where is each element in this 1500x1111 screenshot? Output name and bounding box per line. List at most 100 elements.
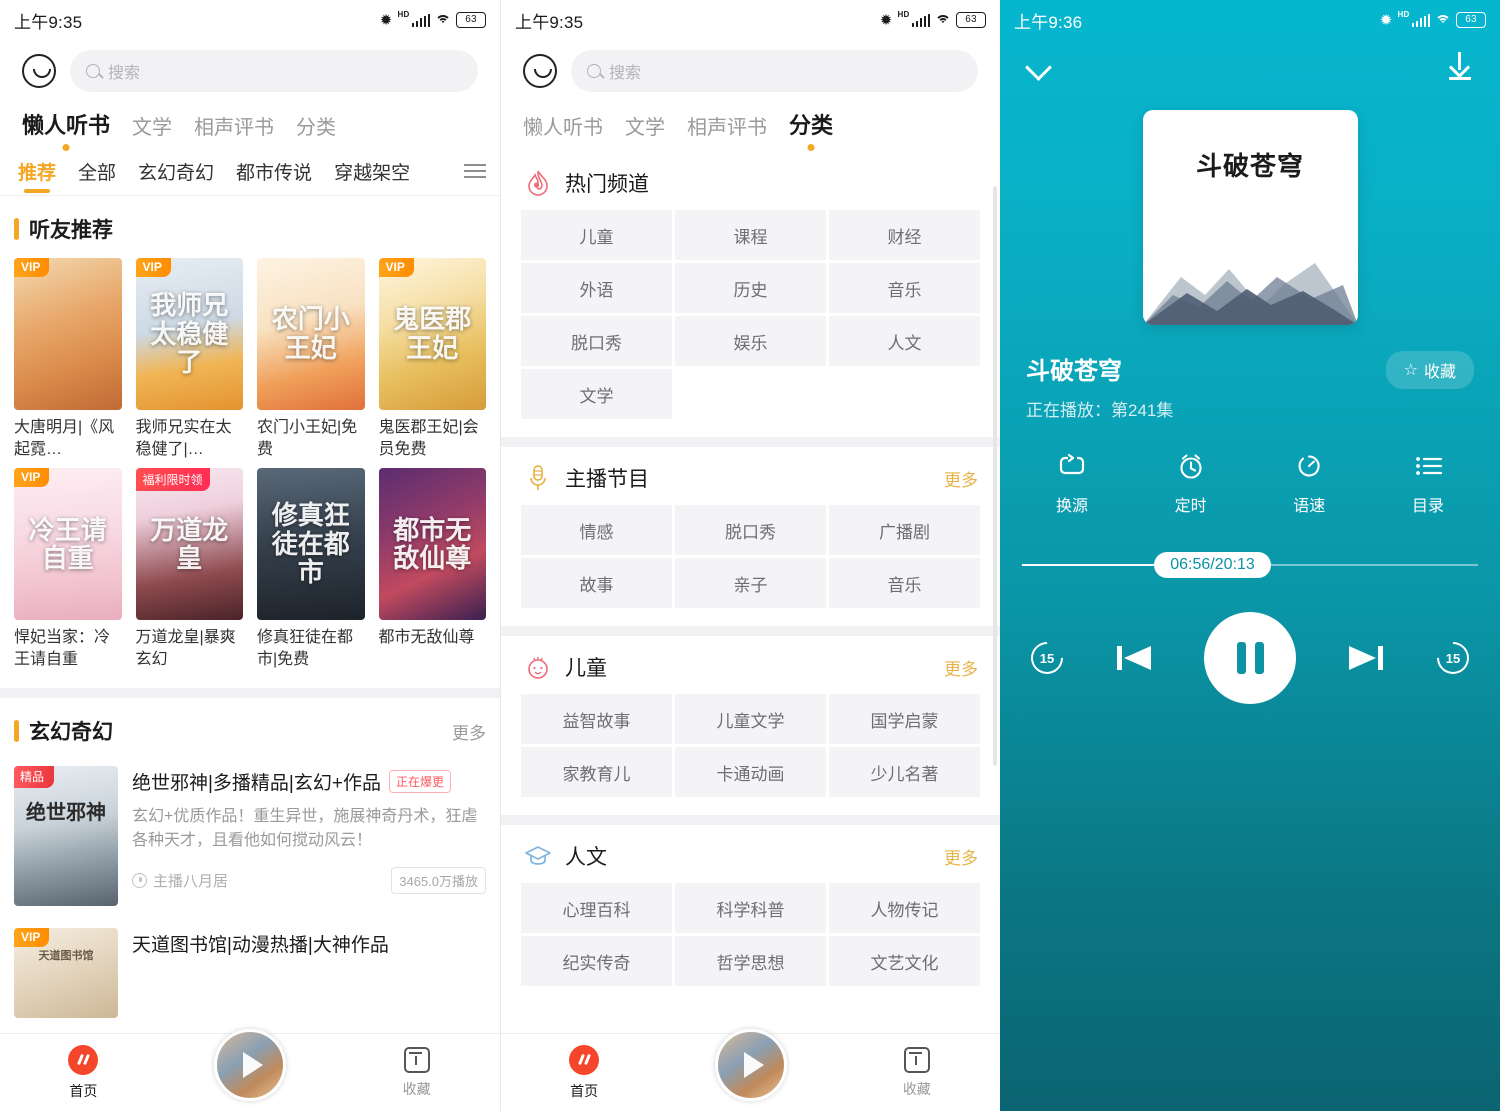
previous-track-icon [1117, 646, 1151, 670]
screen-player: 上午9:36 ✹ HD 63 斗破苍穹 斗破苍穹 正在播放：第241集 ☆ 收藏… [1000, 0, 1500, 1111]
chip[interactable]: 娱乐 [675, 316, 826, 366]
chip[interactable]: 人文 [829, 316, 980, 366]
nav-home[interactable]: 首页 [0, 1044, 167, 1101]
page-title: 斗破苍穹 [1026, 358, 1122, 385]
favorite-button[interactable]: ☆ 收藏 [1385, 351, 1474, 389]
tab-category[interactable]: 分类 [789, 108, 833, 152]
forward-15-button[interactable]: 15 [1430, 635, 1476, 681]
search-icon [86, 64, 100, 78]
chip[interactable]: 卡通动画 [675, 747, 826, 797]
chip[interactable]: 人物传记 [829, 883, 980, 933]
chip[interactable]: 纪实传奇 [521, 936, 672, 986]
nav-favorites[interactable]: 收藏 [834, 1046, 1000, 1099]
chip[interactable]: 少儿名著 [829, 747, 980, 797]
subtab-all[interactable]: 全部 [78, 158, 116, 195]
search-input[interactable]: 搜索 [70, 50, 478, 92]
profile-smiley-icon[interactable] [523, 54, 557, 88]
list-item-title: 绝世邪神|多播精品|玄幻+作品 [132, 773, 381, 795]
nav-home[interactable]: 首页 [501, 1044, 667, 1101]
tool-timer[interactable]: 定时 [1153, 451, 1229, 516]
chip[interactable]: 科学科普 [675, 883, 826, 933]
chip[interactable]: 故事 [521, 558, 672, 608]
more-tabs-icon[interactable] [458, 163, 486, 190]
subtab-recommend[interactable]: 推荐 [18, 158, 56, 195]
book-card[interactable]: VIP 冷王请自重 悍妃当家：冷王请自重 [14, 468, 122, 670]
bluetooth-icon: ✹ [379, 11, 393, 29]
book-card[interactable]: 农门小王妃 农门小王妃|免费 [257, 258, 365, 460]
vip-badge: VIP [14, 928, 50, 948]
book-card[interactable]: 福利限时领 万道龙皇 万道龙皇|暴爽玄幻 [135, 468, 243, 670]
book-card[interactable]: VIP 鬼医郡王妃 鬼医郡王妃|会员免费 [378, 258, 486, 460]
chip[interactable]: 文艺文化 [829, 936, 980, 986]
chip[interactable]: 课程 [675, 210, 826, 260]
status-time: 上午9:36 [1014, 12, 1083, 32]
anchor-name: 主播八月居 [153, 873, 229, 891]
chip[interactable]: 儿童 [521, 210, 672, 260]
book-card[interactable]: 修真狂徒在都市 修真狂徒在都市|免费 [257, 468, 365, 670]
previous-track-button[interactable] [1111, 638, 1159, 678]
nav-label: 首页 [69, 1082, 98, 1099]
play-pause-button[interactable] [1204, 612, 1296, 704]
book-cover: 农门小王妃 [257, 258, 365, 410]
chip[interactable]: 国学启蒙 [829, 694, 980, 744]
tool-change-source[interactable]: 换源 [1034, 451, 1110, 516]
progress-slider[interactable]: 06:56/20:13 [1022, 550, 1478, 580]
subtab-urban-legend[interactable]: 都市传说 [236, 158, 312, 195]
category-more-link[interactable]: 更多 [944, 466, 978, 491]
chip[interactable]: 财经 [829, 210, 980, 260]
player-top-bar [1000, 40, 1500, 80]
chip[interactable]: 家教育儿 [521, 747, 672, 797]
subtab-time-travel[interactable]: 穿越架空 [334, 158, 409, 195]
chip[interactable]: 情感 [521, 505, 672, 555]
chip[interactable]: 音乐 [829, 558, 980, 608]
list-item[interactable]: VIP 天道图书馆 天道图书馆|动漫热播|大神作品 [0, 922, 500, 1019]
tab-literature[interactable]: 文学 [132, 111, 172, 152]
tab-lazy-listen[interactable]: 懒人听书 [22, 108, 110, 152]
list-item-title-row: 天道图书馆|动漫热播|大神作品 [132, 930, 486, 957]
chip[interactable]: 心理百科 [521, 883, 672, 933]
nav-label: 收藏 [402, 1080, 431, 1097]
chevron-down-icon[interactable] [1026, 53, 1052, 79]
chip[interactable]: 历史 [675, 263, 826, 313]
section-more-link[interactable]: 更多 [452, 719, 486, 744]
chip[interactable]: 广播剧 [829, 505, 980, 555]
search-input[interactable]: 搜索 [571, 50, 978, 92]
microphone-icon [523, 463, 553, 493]
tool-catalog[interactable]: 目录 [1390, 451, 1466, 516]
mini-player-play-button[interactable] [714, 1029, 787, 1101]
rewind-15-button[interactable]: 15 [1024, 635, 1070, 681]
chip[interactable]: 儿童文学 [675, 694, 826, 744]
profile-smiley-icon[interactable] [22, 54, 56, 88]
hd-icon: HD [1397, 9, 1410, 19]
book-card[interactable]: 都市无敌仙尊 都市无敌仙尊 [378, 468, 486, 670]
chip[interactable]: 哲学思想 [675, 936, 826, 986]
chip[interactable]: 脱口秀 [675, 505, 826, 555]
subtab-fantasy[interactable]: 玄幻奇幻 [138, 158, 214, 195]
chip[interactable]: 文学 [521, 369, 672, 419]
tab-crosstalk[interactable]: 相声评书 [687, 111, 767, 152]
tool-speed[interactable]: 语速 [1271, 451, 1347, 516]
chip[interactable]: 音乐 [829, 263, 980, 313]
chip[interactable]: 外语 [521, 263, 672, 313]
category-more-link[interactable]: 更多 [944, 844, 978, 869]
tab-literature[interactable]: 文学 [625, 111, 665, 152]
chip[interactable]: 脱口秀 [521, 316, 672, 366]
chip[interactable]: 亲子 [675, 558, 826, 608]
next-track-button[interactable] [1341, 638, 1389, 678]
book-card[interactable]: VIP 大唐明月|《风起霓… [14, 258, 122, 460]
download-icon[interactable] [1446, 52, 1474, 80]
tab-category[interactable]: 分类 [296, 111, 336, 152]
screen-category: 上午9:35 ✹ HD 63 搜索 懒人听书 文学 相声评书 分类 热门频道 儿… [500, 0, 1000, 1111]
book-card[interactable]: VIP 我师兄太稳健了 我师兄实在太稳健了|… [135, 258, 243, 460]
next-track-icon [1349, 646, 1383, 670]
category-header-hot-channel: 热门频道 [501, 152, 1000, 210]
tab-lazy-listen[interactable]: 懒人听书 [523, 111, 603, 152]
section-header-fantasy: 玄幻奇幻 更多 [0, 698, 500, 760]
list-item[interactable]: 精品 绝世邪神 绝世邪神|多播精品|玄幻+作品 正在爆更 玄幻+优质作品！重生异… [0, 760, 500, 922]
category-more-link[interactable]: 更多 [944, 655, 978, 680]
vertical-scrollbar[interactable] [993, 186, 997, 766]
tab-crosstalk[interactable]: 相声评书 [194, 111, 274, 152]
nav-favorites[interactable]: 收藏 [333, 1046, 500, 1099]
chip[interactable]: 益智故事 [521, 694, 672, 744]
mini-player-play-button[interactable] [214, 1029, 286, 1101]
